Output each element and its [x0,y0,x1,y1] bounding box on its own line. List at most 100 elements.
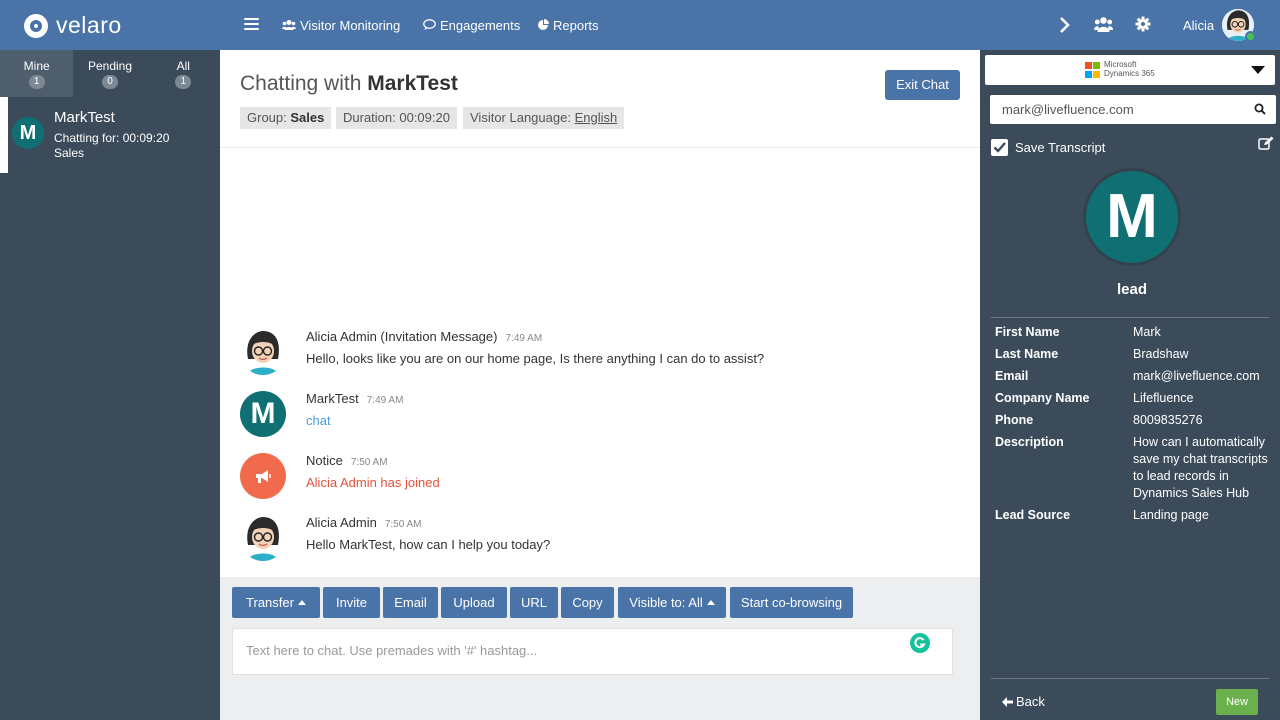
field-label: Lead Source [995,508,1071,522]
save-transcript-label: Save Transcript [1015,140,1106,155]
chat-title-prefix: Chatting with [240,72,362,95]
visible-to-label: Visible to: All [629,595,703,610]
velaro-logo[interactable]: velaro [24,12,122,39]
microsoft-logo-icon [1085,62,1101,78]
transfer-button[interactable]: Transfer [232,587,320,618]
contact-avatar: M [1083,168,1181,266]
field-label: Last Name [995,347,1059,361]
edit-icon[interactable] [1258,136,1274,151]
team-icon[interactable] [1094,16,1113,33]
users-icon [282,20,296,30]
grammarly-icon[interactable] [910,633,930,653]
agent-avatar [240,329,286,375]
message-time: 7:49 AM [505,333,543,344]
group-chip: Group: Sales [240,107,332,129]
tab-pending-count: 0 [101,75,118,89]
email-button[interactable]: Email [383,587,438,618]
notice-avatar [240,453,286,499]
exit-chat-button[interactable]: Exit Chat [885,70,960,100]
caret-up-icon [297,600,306,605]
group-label: Group: [247,110,287,125]
visitor-name: MarkTest [54,109,115,126]
crm-selector[interactable]: Microsoft Dynamics 365 [985,55,1275,85]
search-icon[interactable] [1254,103,1266,115]
nav-engagements-label: Engagements [440,17,521,33]
visible-to-button[interactable]: Visible to: All [618,587,726,618]
field-value: Lifefluence [1133,391,1194,405]
back-button[interactable]: Back [1002,694,1045,709]
chat-message-input[interactable] [246,643,886,658]
nav-reports-label: Reports [553,17,599,33]
tab-mine-label: Mine [23,59,50,73]
nav-visitor-monitoring[interactable]: Visitor Monitoring [282,0,400,50]
message-sender: Alicia Admin [306,515,377,530]
field-value: Landing page [1133,508,1209,522]
panel-divider [991,317,1269,318]
checkmark-icon [993,142,1006,153]
message-text: Hello MarkTest, how can I help you today… [306,537,551,552]
user-name: Alicia [1183,17,1215,33]
upload-button[interactable]: Upload [441,587,507,618]
save-transcript-checkbox[interactable] [991,139,1008,156]
save-transcript-toggle[interactable]: Save Transcript [991,139,1105,156]
message-sender: Notice [306,453,343,468]
field-row: Lead Source Landing page [995,507,1275,524]
dropdown-caret-icon [1251,66,1265,74]
field-value: mark@livefluence.com [1133,369,1260,383]
chat-duration: Chatting for: 00:09:20 [54,131,170,145]
tab-pending[interactable]: Pending 0 [73,50,146,97]
record-type-label: lead [1116,281,1147,298]
url-button[interactable]: URL [510,587,558,618]
arrow-left-icon [1002,696,1013,707]
caret-up-icon [706,600,715,605]
new-record-button[interactable]: New [1216,689,1258,715]
message-item: Notice 7:50 AM Alicia Admin has joined [240,453,940,503]
copy-button[interactable]: Copy [561,587,614,618]
lead-details: First Name Mark Last Name Bradshaw Email ma… [995,324,1275,529]
chat-input-box [232,628,953,675]
hamburger-menu-icon[interactable] [244,18,259,31]
nav-reports[interactable]: Reports [537,0,599,50]
chat-title-name: MarkTest [367,72,458,95]
chevron-right-icon[interactable] [1059,16,1071,34]
visitor-avatar: M [12,117,44,149]
user-menu[interactable]: Alicia [1183,0,1214,50]
visitor-avatar: M [240,391,286,437]
invite-button[interactable]: Invite [323,587,380,618]
language-value[interactable]: English [575,110,618,125]
message-text: Alicia Admin has joined [306,475,440,490]
settings-gear-icon[interactable] [1135,16,1151,32]
tab-all[interactable]: All 1 [147,50,220,97]
start-cobrowsing-button[interactable]: Start co-browsing [730,587,853,618]
field-label: First Name [995,325,1060,339]
message-item: Alicia Admin 7:50 AM Hello MarkTest, how … [240,515,940,565]
language-chip: Visitor Language: English [463,107,625,129]
field-label: Phone [995,413,1034,427]
message-item: Alicia Admin (Invitation Message) 7:49 AM… [240,329,940,379]
field-row: Phone 8009835276 [995,412,1275,429]
message-time: 7:50 AM [384,519,422,530]
tab-all-count: 1 [175,75,192,89]
crm-panel: Microsoft Dynamics 365 Save Transcript M… [980,50,1280,720]
message-time: 7:50 AM [350,457,388,468]
crm-name-line2: Dynamics 365 [1104,69,1155,78]
pie-chart-icon [538,19,549,30]
field-value: Bradshaw [1133,347,1189,361]
tab-mine[interactable]: Mine 1 [0,50,74,97]
chat-title: Chatting with MarkTest [240,72,458,96]
message-text: chat [306,413,331,428]
field-row: Email mark@livefluence.com [995,368,1275,385]
tab-mine-count: 1 [28,75,45,89]
message-sender: Alicia Admin (Invitation Message) [306,329,498,344]
tab-all-label: All [176,59,190,73]
message-text: Hello, looks like you are on our home pa… [306,351,765,366]
crm-search-input[interactable] [1002,102,1242,117]
chat-list-item[interactable]: M MarkTest Chatting for: 00:09:20 Sales [0,97,224,173]
field-row: Description How can I automatically save … [995,434,1275,502]
chat-panel: Chatting with MarkTest Exit Chat Group: … [220,50,980,720]
field-value: 8009835276 [1133,413,1203,427]
field-row: First Name Mark [995,324,1275,341]
chat-filter-tabs: Mine 1 Pending 0 All 1 [0,50,220,97]
nav-engagements[interactable]: Engagements [423,0,520,50]
header-divider [220,147,980,148]
